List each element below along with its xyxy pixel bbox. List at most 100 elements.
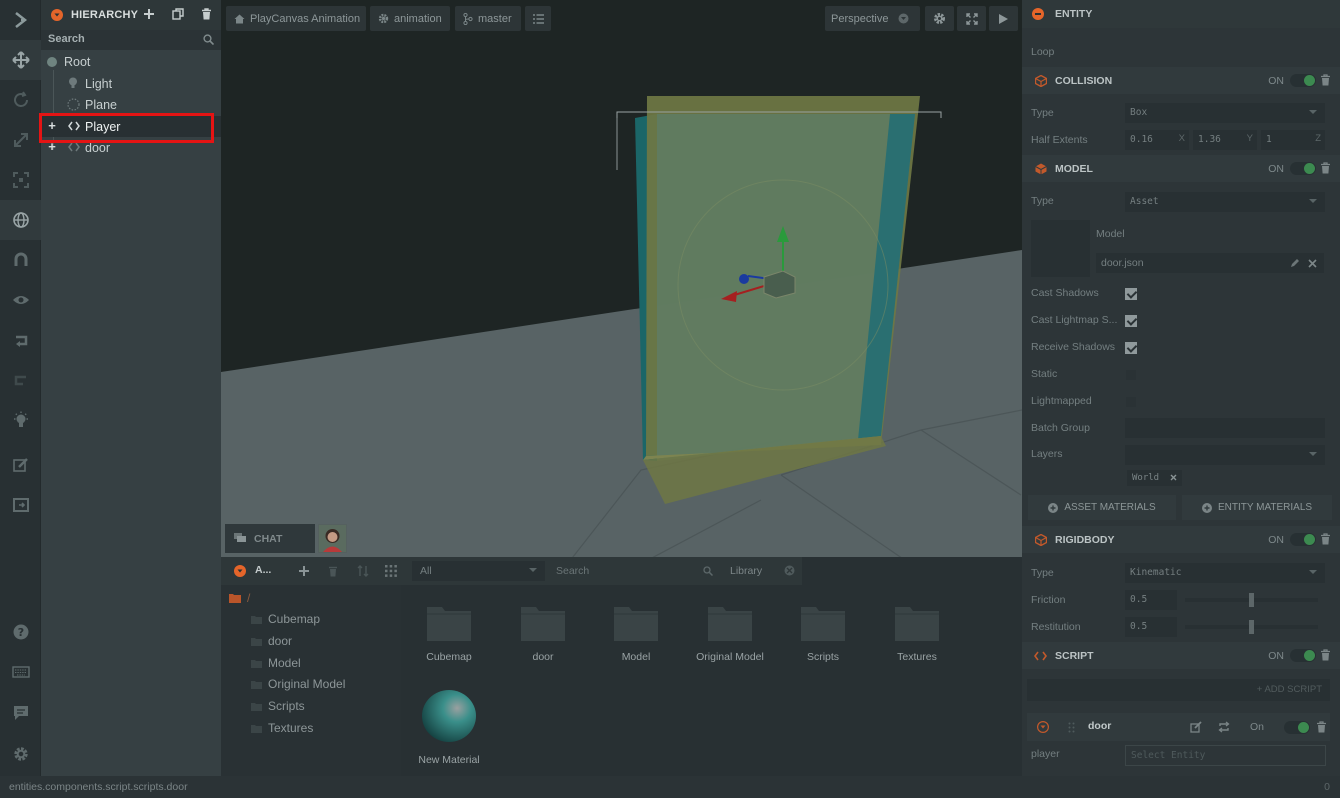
folder-item[interactable]: Model [251,656,301,670]
script-toggle[interactable] [1290,649,1316,662]
lightmapped-checkbox[interactable] [1125,396,1137,408]
restitution-input[interactable]: 0.5 [1125,617,1177,637]
project-button[interactable]: PlayCanvas Animation [226,6,366,31]
batch-group-select[interactable] [1125,418,1325,438]
model-header[interactable]: MODEL ON [1022,155,1340,182]
tree-item-light[interactable]: Light [41,73,221,94]
collision-toggle[interactable] [1290,74,1316,87]
folder-item[interactable]: Scripts [251,699,305,713]
list-button[interactable] [525,6,551,31]
collision-header[interactable]: COLLISION ON [1022,67,1340,94]
drag-handle-icon[interactable] [1068,722,1075,733]
half-extents-z-input[interactable]: 1 Z [1261,130,1325,150]
magnet-icon[interactable] [0,240,41,280]
help-icon[interactable]: ? [0,612,41,652]
sort-icon[interactable] [357,565,369,577]
keyboard-icon[interactable] [0,652,41,692]
rigidbody-type-select[interactable]: Kinematic [1125,563,1325,583]
delete-entity-icon[interactable] [201,8,212,20]
scene-button[interactable]: animation [370,6,450,31]
fullscreen-button[interactable] [957,6,986,31]
trash-icon[interactable] [1321,649,1330,661]
cast-shadows-checkbox[interactable] [1125,288,1137,300]
settings-button[interactable] [925,6,954,31]
loop-checkbox[interactable] [1125,46,1137,58]
asset-tile-folder[interactable]: Cubemap [404,605,494,663]
library-button[interactable]: Library [723,561,799,581]
folder-root[interactable]: / [229,591,250,605]
asset-tile-material[interactable]: New Material [404,689,494,766]
lightbulb-icon[interactable] [0,400,41,440]
asset-filter-select[interactable]: All [412,561,545,581]
layer-tag[interactable]: World [1127,470,1182,486]
publish-icon[interactable] [0,485,41,525]
friction-slider[interactable] [1185,593,1318,607]
camera-select[interactable]: Perspective [825,6,920,31]
chat-widget[interactable]: CHAT [225,524,315,553]
add-script-button[interactable]: + ADD SCRIPT [1027,679,1330,701]
folder-item[interactable]: Textures [251,721,313,735]
folder-item[interactable]: door [251,634,292,648]
asset-search-input[interactable]: Search [549,561,719,581]
asset-tile-folder[interactable]: Original Model [685,605,775,663]
playcanvas-logo-icon[interactable] [0,0,41,40]
avatar[interactable] [318,524,347,553]
world-icon[interactable] [0,200,41,240]
script-header[interactable]: SCRIPT ON [1022,642,1340,669]
cast-lightmap-checkbox[interactable] [1125,315,1137,327]
eye-icon[interactable] [0,280,41,320]
half-extents-x-input[interactable]: 0.16 X [1125,130,1189,150]
branch-button[interactable]: master [455,6,521,31]
redo-icon[interactable] [0,360,41,400]
resize-icon[interactable] [0,160,41,200]
add-entity-icon[interactable] [143,8,155,20]
script-instance-toggle[interactable] [1284,721,1310,734]
scale-icon[interactable] [0,120,41,160]
receive-shadows-checkbox[interactable] [1125,342,1137,354]
model-toggle[interactable] [1290,162,1316,175]
folder-item[interactable]: Cubemap [251,612,320,626]
hierarchy-search-input[interactable]: Search [41,30,221,50]
edit-icon[interactable] [0,445,41,485]
add-asset-icon[interactable] [298,565,310,577]
asset-tile-folder[interactable]: door [498,605,588,663]
trash-icon[interactable] [1321,74,1330,86]
asset-materials-button[interactable]: ASSET MATERIALS [1028,495,1176,520]
slider-handle[interactable] [1249,593,1254,607]
asset-tile-folder[interactable]: Scripts [778,605,868,663]
assets-collapse-icon[interactable] [234,565,246,577]
clear-icon[interactable] [1308,259,1317,268]
delete-asset-icon[interactable] [328,565,338,577]
rotate-icon[interactable] [0,80,41,120]
grid-view-icon[interactable] [385,565,397,577]
rigidbody-toggle[interactable] [1290,533,1316,546]
viewport[interactable]: PlayCanvas Animation animation master Pe… [221,0,1022,585]
refresh-icon[interactable] [1218,721,1230,733]
rigidbody-header[interactable]: RIGIDBODY ON [1022,526,1340,553]
hierarchy-collapse-icon[interactable] [51,9,63,21]
tree-item-root[interactable]: Root [41,51,221,72]
static-checkbox[interactable] [1125,369,1137,381]
layers-select[interactable] [1125,445,1325,465]
script-instance-header[interactable]: door On [1027,713,1330,741]
launch-button[interactable] [989,6,1018,31]
entity-collapse-icon[interactable] [1032,8,1044,20]
remove-tag-icon[interactable] [1170,474,1177,481]
asset-tile-folder[interactable]: Model [591,605,681,663]
friction-input[interactable]: 0.5 [1125,590,1177,610]
trash-icon[interactable] [1321,162,1330,174]
model-type-select[interactable]: Asset [1125,192,1325,212]
translate-icon[interactable] [0,40,41,80]
trash-icon[interactable] [1317,721,1326,733]
collision-type-select[interactable]: Box [1125,103,1325,123]
player-entity-picker[interactable]: Select Entity [1125,745,1326,766]
trash-icon[interactable] [1321,533,1330,545]
asset-tile-folder[interactable]: Textures [872,605,962,663]
restitution-slider[interactable] [1185,620,1318,634]
edit-script-icon[interactable] [1190,721,1202,733]
chat-icon[interactable] [0,693,41,733]
pencil-icon[interactable] [1290,258,1300,268]
model-thumbnail[interactable] [1031,220,1090,277]
settings-icon[interactable] [0,734,41,774]
half-extents-y-input[interactable]: 1.36 Y [1193,130,1257,150]
